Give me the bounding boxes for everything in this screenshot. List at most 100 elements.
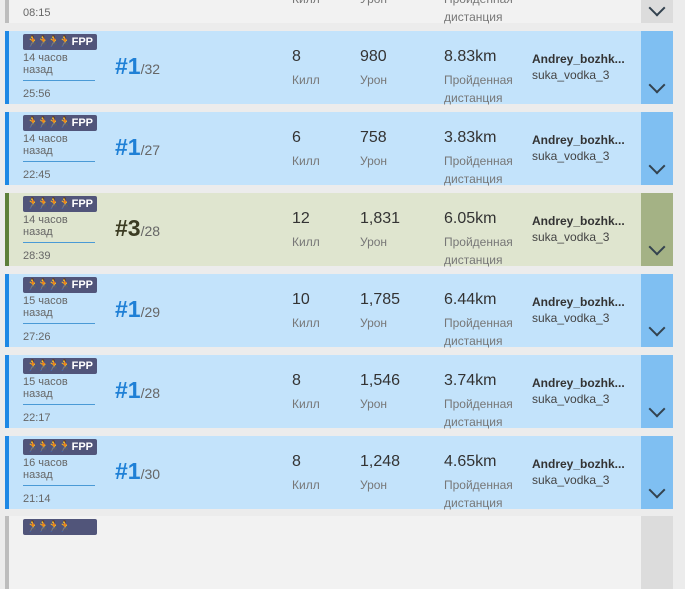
kills-label: Килл — [292, 154, 320, 168]
player-name[interactable]: Andrey_bozhk... — [532, 295, 625, 309]
placement-total: /30 — [140, 466, 161, 482]
distance-label: Пройденная дистанция — [444, 316, 513, 348]
damage-label: Урон — [360, 316, 388, 330]
kills-value: 12 — [292, 210, 310, 227]
match-duration: 22:45 — [23, 169, 51, 181]
placement-rank: #1 — [115, 53, 141, 79]
chevron-down-icon — [648, 76, 666, 94]
player-name[interactable]: Andrey_bozhk... — [532, 133, 625, 147]
match-time-ago: 15 часов назад — [23, 295, 68, 319]
expand-button[interactable] — [641, 355, 673, 428]
players-icon: 🏃🏃🏃🏃 — [26, 279, 72, 291]
match-duration: 28:39 — [23, 250, 51, 262]
team-name: suka_vodka_3 — [532, 68, 610, 82]
divider — [23, 485, 95, 486]
chevron-down-icon — [648, 319, 666, 337]
damage-label: Урон — [360, 478, 388, 492]
distance-value: 8.83km — [444, 48, 497, 65]
chevron-down-icon — [648, 157, 666, 175]
expand-button[interactable] — [641, 31, 673, 104]
player-name[interactable]: Andrey_bozhk... — [532, 214, 625, 228]
players-icon: 🏃🏃🏃🏃 — [26, 117, 72, 129]
match-row[interactable]: 🏃🏃🏃🏃 FPP 14 часов назад 25:56 #1/32 8 Ки… — [5, 31, 673, 105]
placement: #3/28 — [115, 215, 160, 242]
divider — [23, 80, 95, 81]
divider — [23, 161, 95, 162]
mode-badge: 🏃🏃🏃🏃 FPP — [23, 34, 97, 50]
expand-button[interactable] — [641, 274, 673, 347]
placement: #1/28 — [115, 377, 160, 404]
expand-button[interactable] — [641, 436, 673, 509]
damage-value: 1,785 — [360, 291, 401, 308]
placement-rank: #1 — [115, 377, 141, 403]
match-duration: 22:17 — [23, 412, 51, 424]
team-name: suka_vodka_3 — [532, 149, 610, 163]
kills-label: Килл — [292, 316, 320, 330]
kills-label: Килл — [292, 478, 320, 492]
kills-value: 8 — [292, 372, 301, 389]
distance-value: 6.05km — [444, 210, 497, 227]
kills-label: Килл — [292, 73, 320, 87]
expand-button[interactable] — [641, 0, 673, 23]
kills-value: 6 — [292, 129, 301, 146]
players-icon: 🏃🏃🏃🏃 — [26, 441, 72, 453]
placement-rank: #1 — [115, 458, 141, 484]
team-name: suka_vodka_3 — [532, 311, 610, 325]
player-name[interactable]: Andrey_bozhk... — [532, 457, 625, 471]
mode-badge: 🏃🏃🏃🏃 FPP — [23, 358, 97, 374]
team-name: suka_vodka_3 — [532, 392, 610, 406]
divider — [23, 242, 95, 243]
damage-label: Урон — [360, 397, 388, 411]
match-time-ago: 15 часов назад — [23, 376, 68, 400]
divider — [23, 404, 95, 405]
player-name[interactable]: Andrey_bozhk... — [532, 52, 625, 66]
placement-rank: #1 — [115, 134, 141, 160]
mode-badge: 🏃🏃🏃🏃 — [23, 519, 97, 535]
team-name: suka_vodka_3 — [532, 473, 610, 487]
players-icon: 🏃🏃🏃🏃 — [26, 36, 72, 48]
match-time-ago: 14 часов назад — [23, 133, 68, 157]
placement: #1/30 — [115, 458, 160, 485]
mode-badge: 🏃🏃🏃🏃 FPP — [23, 196, 97, 212]
match-row-partial-bottom[interactable]: 🏃🏃🏃🏃 — [5, 516, 673, 589]
chevron-down-icon — [648, 400, 666, 418]
match-row-partial-top[interactable]: 08:15 Килл Урон Пройденная дистанция — [5, 0, 673, 24]
placement-rank: #3 — [115, 215, 141, 241]
match-row[interactable]: 🏃🏃🏃🏃 FPP 14 часов назад 28:39 #3/28 12 К… — [5, 193, 673, 267]
distance-label: Пройденная дистанция — [444, 154, 513, 186]
damage-value: 1,831 — [360, 210, 401, 227]
placement-rank: #1 — [115, 296, 141, 322]
match-row[interactable]: 🏃🏃🏃🏃 FPP 16 часов назад 21:14 #1/30 8 Ки… — [5, 436, 673, 510]
match-time-ago: 14 часов назад — [23, 214, 68, 238]
placement-total: /28 — [140, 223, 161, 239]
match-duration: 21:14 — [23, 493, 51, 505]
expand-button[interactable] — [641, 193, 673, 266]
mode-label: FPP — [71, 441, 93, 453]
match-duration: 27:26 — [23, 331, 51, 343]
damage-label: Урон — [360, 73, 388, 87]
match-row[interactable]: 🏃🏃🏃🏃 FPP 15 часов назад 22:17 #1/28 8 Ки… — [5, 355, 673, 429]
kills-label: Килл — [292, 397, 320, 411]
kills-label: Килл — [292, 0, 320, 8]
kills-value: 8 — [292, 453, 301, 470]
distance-value: 4.65km — [444, 453, 497, 470]
match-row[interactable]: 🏃🏃🏃🏃 FPP 15 часов назад 27:26 #1/29 10 К… — [5, 274, 673, 348]
mode-badge: 🏃🏃🏃🏃 FPP — [23, 277, 97, 293]
player-name[interactable]: Andrey_bozhk... — [532, 376, 625, 390]
distance-label: Пройденная дистанция — [444, 73, 513, 105]
expand-button[interactable] — [641, 516, 673, 589]
expand-button[interactable] — [641, 112, 673, 185]
match-time-ago: 14 часов назад — [23, 52, 68, 76]
distance-value: 3.74km — [444, 372, 497, 389]
damage-value: 758 — [360, 129, 387, 146]
kills-value: 10 — [292, 291, 310, 308]
placement: #1/29 — [115, 296, 160, 323]
damage-value: 1,546 — [360, 372, 401, 389]
damage-value: 1,248 — [360, 453, 401, 470]
distance-value: 6.44km — [444, 291, 497, 308]
mode-label: FPP — [71, 360, 93, 372]
distance-label: Пройденная дистанция — [444, 0, 513, 24]
match-row[interactable]: 🏃🏃🏃🏃 FPP 14 часов назад 22:45 #1/27 6 Ки… — [5, 112, 673, 186]
placement-total: /29 — [140, 304, 161, 320]
mode-label: FPP — [71, 36, 93, 48]
